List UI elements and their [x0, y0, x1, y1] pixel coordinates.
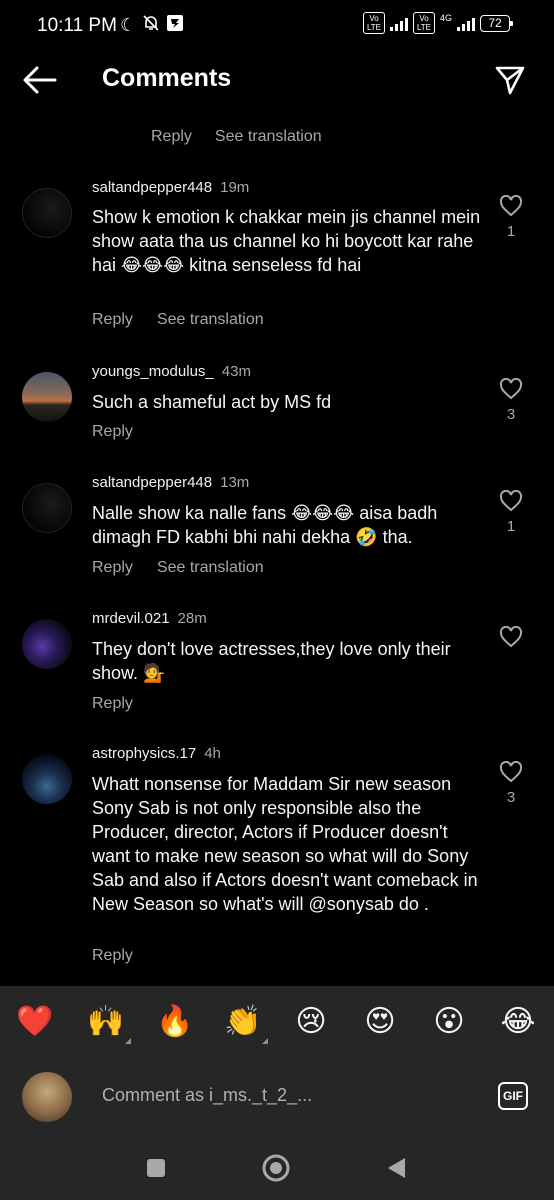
- comment-text: Nalle show ka nalle fans 😂😂😂 aisa badh d…: [92, 503, 438, 547]
- comment-time: 4h: [204, 745, 221, 762]
- reply-button[interactable]: Reply: [151, 128, 192, 146]
- comment-username[interactable]: saltandpepper448: [92, 474, 212, 491]
- emoji-laughing-button[interactable]: 😂: [500, 1004, 536, 1040]
- status-bar: 10:11 PM ☾ Vo LTE Vo LTE 4G 72: [0, 0, 554, 50]
- comment-time: 28m: [177, 610, 207, 627]
- comment-username[interactable]: mrdevil.021: [92, 610, 170, 627]
- like-control: 3: [497, 761, 525, 806]
- back-arrow-icon[interactable]: [22, 64, 58, 96]
- see-translation-button[interactable]: See translation: [157, 311, 264, 329]
- status-time: 10:11 PM: [37, 15, 117, 36]
- see-translation-button[interactable]: See translation: [157, 559, 264, 577]
- back-triangle-icon[interactable]: [386, 1156, 406, 1185]
- comment-username[interactable]: saltandpepper448: [92, 179, 212, 196]
- gif-button[interactable]: GIF: [498, 1082, 528, 1110]
- header: Comments: [0, 50, 554, 110]
- comment-input[interactable]: [102, 1085, 472, 1106]
- like-count: 1: [506, 223, 516, 240]
- like-control: [497, 626, 525, 648]
- heart-icon[interactable]: [499, 761, 523, 783]
- avatar[interactable]: [22, 483, 72, 533]
- like-count: 3: [506, 789, 516, 806]
- comment-composer: GIF: [0, 1056, 554, 1134]
- comment-time: 13m: [220, 474, 250, 491]
- emoji-heart-button[interactable]: ❤️: [16, 1004, 53, 1040]
- see-translation-button[interactable]: See translation: [215, 128, 322, 146]
- comment-time: 43m: [221, 363, 251, 380]
- battery-icon: 72: [480, 14, 513, 32]
- like-control: 3: [497, 378, 525, 423]
- emoji-heart-eyes-button[interactable]: 😍: [362, 1004, 398, 1040]
- moon-icon: ☾: [120, 14, 137, 36]
- reply-button[interactable]: Reply: [92, 695, 133, 713]
- comment-text: Whatt nonsense for Maddam Sir new season…: [92, 774, 478, 914]
- heart-icon[interactable]: [499, 378, 523, 400]
- network-type: 4G: [439, 13, 452, 23]
- comment-text: Such a shameful act by MS fd: [92, 392, 332, 412]
- avatar[interactable]: [22, 754, 72, 804]
- comment-username[interactable]: astrophysics.17: [92, 745, 196, 762]
- comment-text: Show k emotion k chakkar mein jis channe…: [92, 207, 481, 275]
- app-notification-icon: [166, 14, 184, 37]
- comment-time: 19m: [220, 179, 250, 196]
- avatar[interactable]: [22, 372, 72, 422]
- reply-button[interactable]: Reply: [92, 559, 133, 577]
- comment-text: They don't love actresses,they love only…: [92, 639, 451, 683]
- like-count: 1: [506, 518, 516, 535]
- home-icon[interactable]: [261, 1153, 291, 1188]
- heart-icon[interactable]: [499, 626, 523, 648]
- like-control: 1: [497, 490, 525, 535]
- volte-icon: Vo LTE: [362, 12, 385, 34]
- avatar[interactable]: [22, 188, 72, 238]
- reply-button[interactable]: Reply: [92, 947, 133, 965]
- page-title: Comments: [102, 64, 232, 92]
- emoji-crying-button[interactable]: 😢: [293, 1004, 329, 1040]
- signal-icon: [389, 15, 408, 31]
- reply-button[interactable]: Reply: [92, 423, 133, 441]
- like-control: 1: [497, 195, 525, 240]
- emoji-clapping-button[interactable]: 👏: [224, 1004, 268, 1044]
- comment-username[interactable]: youngs_modulus_: [92, 363, 214, 380]
- previous-comment-actions: Reply See translation: [151, 128, 322, 146]
- reply-button[interactable]: Reply: [92, 311, 133, 329]
- emoji-raising-hands-button[interactable]: 🙌: [87, 1004, 131, 1044]
- avatar[interactable]: [22, 619, 72, 669]
- emoji-surprised-button[interactable]: 😮: [431, 1004, 467, 1040]
- send-icon[interactable]: [494, 64, 526, 96]
- signal-icon-2: [457, 15, 475, 31]
- recents-icon[interactable]: [146, 1158, 166, 1183]
- like-count: 3: [506, 406, 516, 423]
- heart-icon[interactable]: [499, 490, 523, 512]
- volte-icon-2: Vo LTE: [412, 12, 435, 34]
- emoji-quick-bar: ❤️ 🙌 🔥 👏 😢 😍 😮 😂: [0, 986, 554, 1056]
- my-avatar: [22, 1072, 72, 1122]
- emoji-fire-button[interactable]: 🔥: [156, 1004, 193, 1040]
- heart-icon[interactable]: [499, 195, 523, 217]
- system-nav-bar: [0, 1134, 554, 1200]
- mute-bell-icon: [142, 14, 160, 37]
